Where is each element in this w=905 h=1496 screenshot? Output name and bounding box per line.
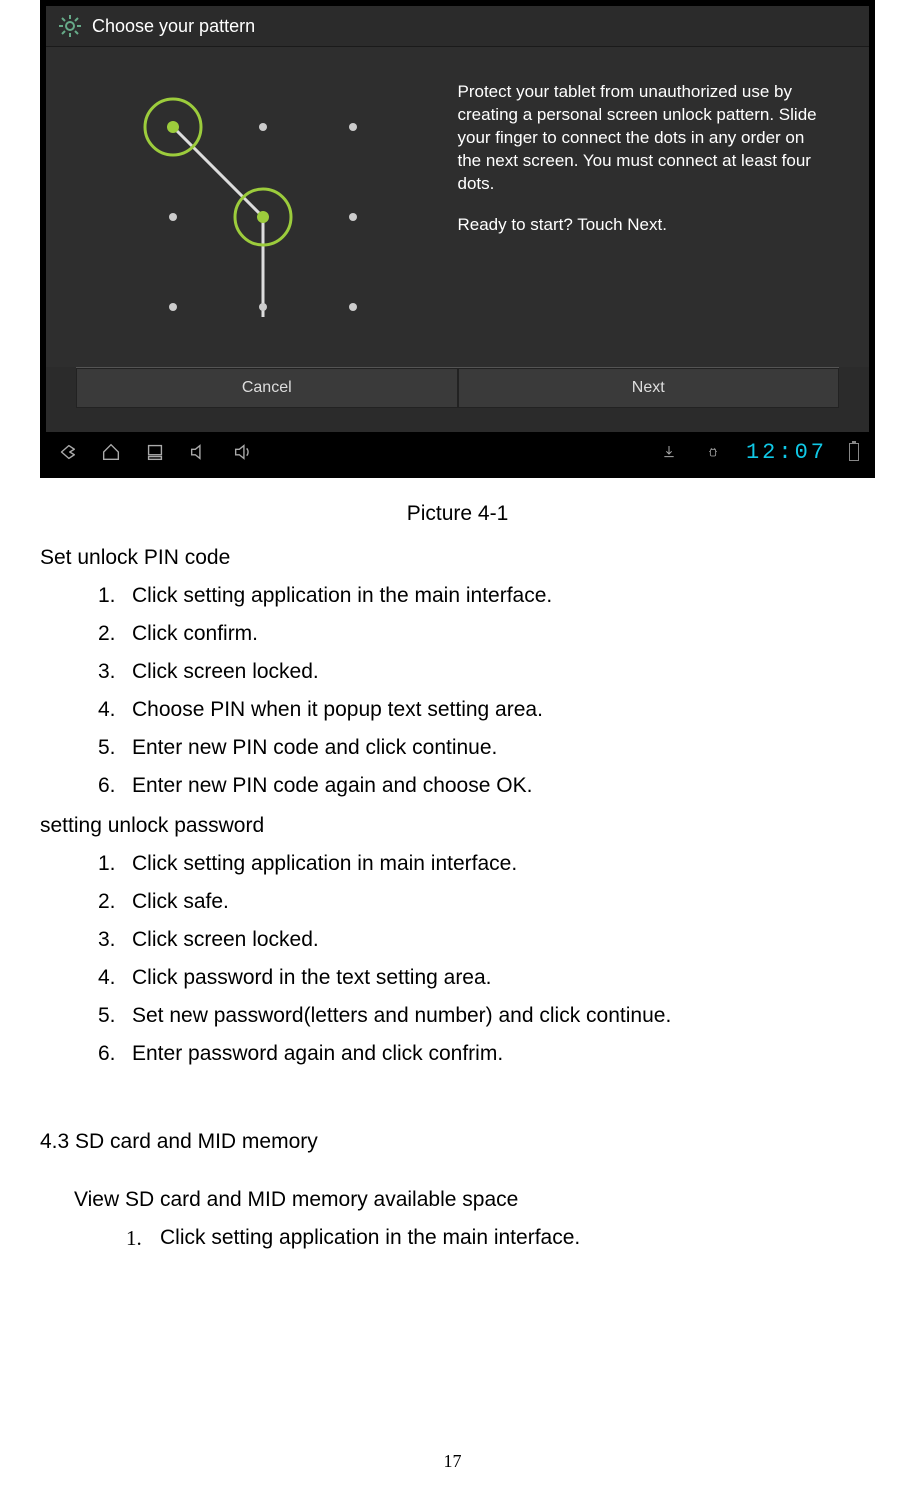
cancel-button[interactable]: Cancel — [76, 368, 458, 408]
battery-icon — [849, 443, 859, 461]
back-icon[interactable] — [56, 441, 78, 463]
sd-section-heading: 4.3 SD card and MID memory — [40, 1130, 875, 1154]
list-item: 5.Enter new PIN code and click continue. — [98, 736, 875, 760]
volume-up-icon[interactable] — [232, 441, 254, 463]
list-item: 6.Enter password again and click confrim… — [98, 1042, 875, 1066]
list-item: 6.Enter new PIN code again and choose OK… — [98, 774, 875, 798]
screenshot-title: Choose your pattern — [92, 16, 255, 37]
list-item: 2.Click safe. — [98, 890, 875, 914]
figure-caption: Picture 4-1 — [40, 496, 875, 542]
sd-steps-list: 1.Click setting application in the main … — [40, 1226, 875, 1251]
pin-steps-list: 1.Click setting application in the main … — [40, 584, 875, 798]
step-text: Click screen locked. — [132, 660, 319, 684]
pin-section-heading: Set unlock PIN code — [40, 546, 875, 570]
step-text: Enter new PIN code and click continue. — [132, 736, 497, 760]
recents-icon[interactable] — [144, 441, 166, 463]
step-text: Set new password(letters and number) and… — [132, 1004, 671, 1028]
step-text: Enter password again and click confrim. — [132, 1042, 503, 1066]
step-text: Click safe. — [132, 890, 229, 914]
list-item: 4.Click password in the text setting are… — [98, 966, 875, 990]
volume-down-icon[interactable] — [188, 441, 210, 463]
pattern-svg — [133, 87, 393, 347]
help-text-area: Protect your tablet from unauthorized us… — [450, 77, 840, 347]
help-paragraph-2: Ready to start? Touch Next. — [458, 214, 832, 237]
step-text: Click confirm. — [132, 622, 258, 646]
title-bar: Choose your pattern — [46, 6, 869, 46]
step-text: Click setting application in the main in… — [160, 1226, 580, 1251]
next-button[interactable]: Next — [458, 368, 840, 408]
pattern-grid[interactable] — [76, 77, 450, 347]
list-item: 2.Click confirm. — [98, 622, 875, 646]
system-nav-bar: 12:07 — [46, 432, 869, 472]
settings-gear-icon — [56, 12, 84, 40]
help-paragraph-1: Protect your tablet from unauthorized us… — [458, 81, 832, 196]
list-item: 4.Choose PIN when it popup text setting … — [98, 698, 875, 722]
step-text: Click setting application in the main in… — [132, 584, 552, 608]
list-item: 3.Click screen locked. — [98, 660, 875, 684]
list-item: 1.Click setting application in main inte… — [98, 852, 875, 876]
list-item: 3.Click screen locked. — [98, 928, 875, 952]
password-steps-list: 1.Click setting application in main inte… — [40, 852, 875, 1066]
step-text: Choose PIN when it popup text setting ar… — [132, 698, 543, 722]
password-section-heading: setting unlock password — [40, 814, 875, 838]
list-item: 1.Click setting application in the main … — [126, 1226, 875, 1251]
list-item: 1.Click setting application in the main … — [98, 584, 875, 608]
step-text: Enter new PIN code again and choose OK. — [132, 774, 532, 798]
dialog-buttons: Cancel Next — [76, 367, 839, 408]
screenshot-window: Choose your pattern — [46, 6, 869, 472]
step-text: Click password in the text setting area. — [132, 966, 492, 990]
step-text: Click setting application in main interf… — [132, 852, 517, 876]
step-text: Click screen locked. — [132, 928, 319, 952]
download-icon — [658, 441, 680, 463]
page-number: 17 — [0, 1451, 905, 1472]
sd-sub-heading: View SD card and MID memory available sp… — [74, 1188, 875, 1212]
home-icon[interactable] — [100, 441, 122, 463]
work-area: Protect your tablet from unauthorized us… — [46, 46, 869, 367]
status-clock: 12:07 — [746, 440, 827, 465]
list-item: 5.Set new password(letters and number) a… — [98, 1004, 875, 1028]
android-debug-icon — [702, 441, 724, 463]
android-screenshot: Choose your pattern — [40, 0, 875, 478]
